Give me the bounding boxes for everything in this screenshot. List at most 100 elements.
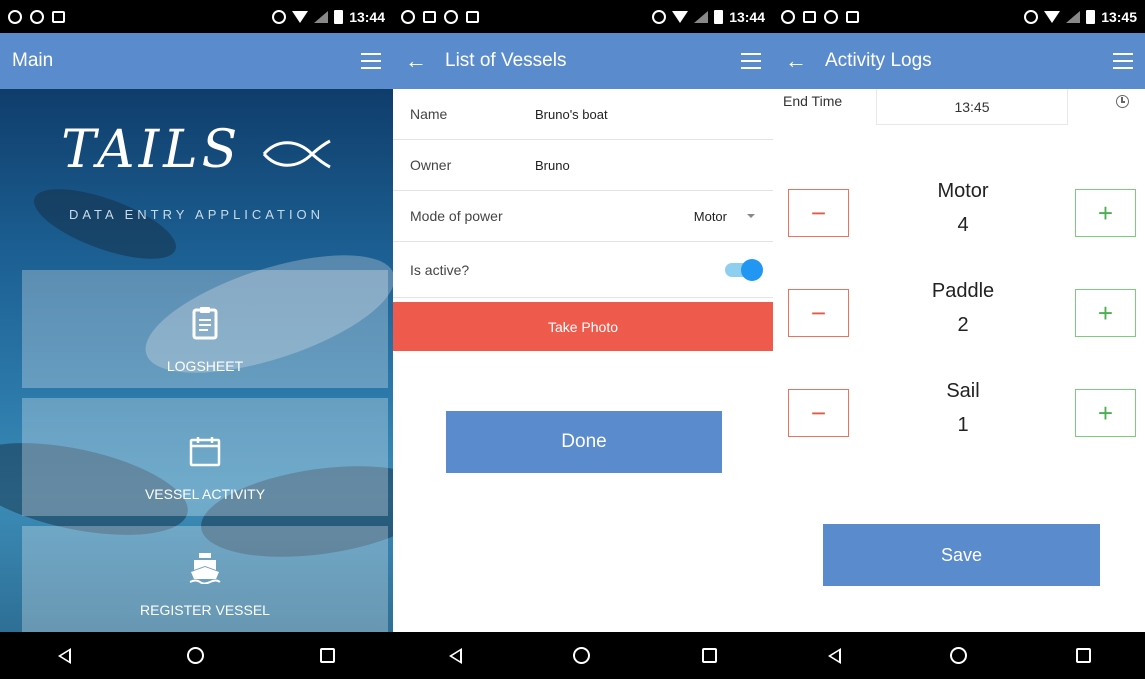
status-bar: 13:44	[0, 0, 393, 33]
end-time-label: End Time	[783, 93, 843, 109]
signal-icon	[314, 10, 329, 23]
check-circle-icon	[444, 9, 458, 24]
paddle-counter: − Paddle 2 +	[773, 280, 1145, 360]
wifi-icon	[292, 10, 309, 23]
sail-counter: − Sail 1 +	[773, 380, 1145, 460]
active-row: Is active?	[393, 242, 773, 298]
status-bar: 13:44	[393, 0, 773, 33]
app-bar: ← Activity Logs	[773, 33, 1145, 89]
wifi-icon	[1044, 10, 1061, 23]
check-circle-icon	[30, 9, 44, 24]
register-vessel-label: REGISTER VESSEL	[140, 602, 270, 618]
page-title: List of Vessels	[445, 50, 567, 71]
gallery-icon	[423, 10, 436, 23]
vibrate-icon	[272, 9, 287, 24]
status-time: 13:44	[729, 8, 765, 25]
signal-icon	[694, 10, 709, 23]
register-vessel-tile[interactable]: REGISTER VESSEL	[22, 526, 388, 632]
name-label: Name	[410, 106, 448, 122]
back-arrow-icon[interactable]: ←	[405, 48, 427, 74]
app-logo-text: TAILS	[61, 120, 242, 180]
paddle-increment-button[interactable]: +	[1075, 289, 1136, 337]
ship-icon	[189, 553, 221, 584]
menu-icon[interactable]	[361, 53, 381, 69]
paddle-decrement-button[interactable]: −	[788, 289, 849, 337]
vessel-activity-tile[interactable]: VESSEL ACTIVITY	[22, 398, 388, 516]
vibrate-icon	[1024, 9, 1039, 24]
recent-apps-icon[interactable]	[702, 648, 718, 663]
android-nav-bar	[0, 632, 393, 679]
name-row[interactable]: Name Bruno's boat	[393, 89, 773, 140]
end-time-field[interactable]: 13:45	[876, 89, 1068, 125]
app-subtitle: DATA ENTRY APPLICATION	[68, 207, 325, 222]
notification-icon	[846, 10, 859, 23]
clipboard-icon	[192, 307, 218, 340]
whatsapp-icon	[8, 9, 22, 24]
power-select[interactable]: Motor	[694, 209, 755, 224]
logsheet-label: LOGSHEET	[166, 358, 244, 374]
page-title: Activity Logs	[825, 50, 932, 71]
sail-count: 1	[957, 414, 969, 436]
owner-row[interactable]: Owner Bruno	[393, 140, 773, 191]
motor-increment-button[interactable]: +	[1075, 189, 1136, 237]
page-title: Main	[12, 50, 54, 71]
power-selected-value: Motor	[693, 208, 727, 224]
sail-increment-button[interactable]: +	[1075, 389, 1136, 437]
calendar-icon	[189, 437, 221, 467]
recent-apps-icon[interactable]	[1075, 648, 1091, 663]
motor-count: 4	[957, 214, 969, 236]
notification-icon	[466, 10, 479, 23]
chevron-down-icon	[747, 214, 755, 218]
android-nav-bar	[773, 632, 1145, 679]
home-nav-icon[interactable]	[949, 647, 967, 664]
battery-icon	[1086, 9, 1096, 24]
back-nav-icon[interactable]	[448, 647, 462, 664]
status-time: 13:45	[1101, 8, 1137, 25]
app-logo: TAILS	[0, 120, 393, 180]
save-button[interactable]: Save	[823, 524, 1100, 586]
power-row[interactable]: Mode of power Motor	[393, 191, 773, 242]
menu-icon[interactable]	[1113, 53, 1133, 69]
clock-icon[interactable]	[1116, 95, 1129, 108]
whatsapp-icon	[781, 9, 795, 24]
app-bar: ← List of Vessels	[393, 33, 773, 89]
status-time: 13:44	[349, 8, 385, 25]
signal-icon	[1066, 10, 1081, 23]
vessels-screen: 13:44 ← List of Vessels Name Bruno's boa…	[393, 0, 773, 679]
logsheet-tile[interactable]: LOGSHEET	[22, 270, 388, 388]
vibrate-icon	[652, 9, 667, 24]
vessel-activity-label: VESSEL ACTIVITY	[144, 486, 266, 502]
whatsapp-icon	[401, 9, 415, 24]
activity-screen: 13:45 ← Activity Logs End Time 13:45 − M…	[773, 0, 1145, 679]
recent-apps-icon[interactable]	[320, 648, 335, 663]
back-nav-icon[interactable]	[58, 647, 71, 664]
active-label: Is active?	[410, 261, 470, 278]
back-arrow-icon[interactable]: ←	[785, 48, 807, 74]
sail-decrement-button[interactable]: −	[788, 389, 849, 437]
owner-label: Owner	[410, 157, 452, 173]
done-button[interactable]: Done	[446, 411, 722, 473]
battery-icon	[714, 9, 724, 24]
fish-logo-icon	[262, 139, 331, 168]
main-screen: 13:44 Main TAILS DATA ENTRY APPLICATION …	[0, 0, 393, 679]
paddle-count: 2	[957, 314, 969, 336]
home-nav-icon[interactable]	[187, 647, 204, 664]
name-field[interactable]: Bruno's boat	[535, 107, 608, 122]
back-nav-icon[interactable]	[827, 647, 841, 664]
status-bar: 13:45	[773, 0, 1145, 33]
motor-counter: − Motor 4 +	[773, 180, 1145, 260]
power-label: Mode of power	[410, 208, 503, 224]
motor-label: Motor	[937, 180, 989, 202]
active-toggle[interactable]	[725, 258, 763, 281]
menu-icon[interactable]	[741, 53, 761, 69]
android-nav-bar	[393, 632, 773, 679]
paddle-label: Paddle	[931, 280, 995, 302]
home-nav-icon[interactable]	[573, 647, 591, 664]
app-bar: Main	[0, 33, 393, 89]
sail-label: Sail	[946, 380, 980, 402]
motor-decrement-button[interactable]: −	[788, 189, 849, 237]
take-photo-button[interactable]: Take Photo	[393, 302, 773, 351]
notification-icon	[52, 10, 65, 23]
check-circle-icon	[824, 9, 838, 24]
owner-field[interactable]: Bruno	[535, 158, 570, 173]
